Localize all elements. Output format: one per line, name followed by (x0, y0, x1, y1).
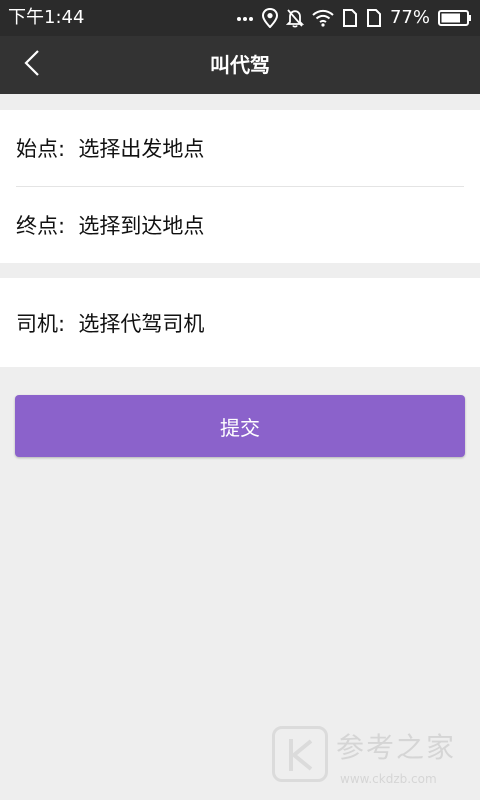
battery-fill (441, 13, 460, 23)
watermark: 参考之家 www.ckdzb.com (272, 724, 472, 796)
watermark-url: www.ckdzb.com (340, 772, 437, 786)
driver-row[interactable]: 司机: 选择代驾司机 (16, 278, 464, 367)
status-bar: 下午1:44 77% (0, 0, 480, 36)
end-location-row[interactable]: 终点: 选择到达地点 (16, 187, 464, 263)
page-title: 叫代驾 (210, 53, 270, 77)
start-location-row[interactable]: 始点: 选择出发地点 (16, 110, 464, 187)
status-time: 下午1:44 (8, 7, 85, 28)
sim-card-icon (342, 8, 358, 28)
driver-label: 司机: 选择代驾司机 (16, 311, 205, 336)
watermark-title: 参考之家 (336, 731, 457, 764)
nav-bar: 叫代驾 (0, 36, 480, 94)
start-location-label: 始点: 选择出发地点 (16, 137, 205, 161)
sim-card-icon (366, 8, 382, 28)
status-icons: 77% (236, 6, 472, 30)
location-pin-icon (261, 8, 278, 28)
battery-percent: 77% (389, 7, 430, 28)
battery-icon (438, 9, 472, 27)
more-dots-icon (236, 8, 254, 28)
submit-button[interactable]: 提交 (15, 395, 465, 457)
wifi-icon (312, 9, 334, 27)
bell-muted-icon (285, 8, 304, 28)
driver-card: 司机: 选择代驾司机 (0, 278, 480, 367)
end-location-label: 终点: 选择到达地点 (16, 214, 205, 238)
route-card: 始点: 选择出发地点 终点: 选择到达地点 (0, 110, 480, 263)
watermark-logo-icon (272, 726, 328, 782)
